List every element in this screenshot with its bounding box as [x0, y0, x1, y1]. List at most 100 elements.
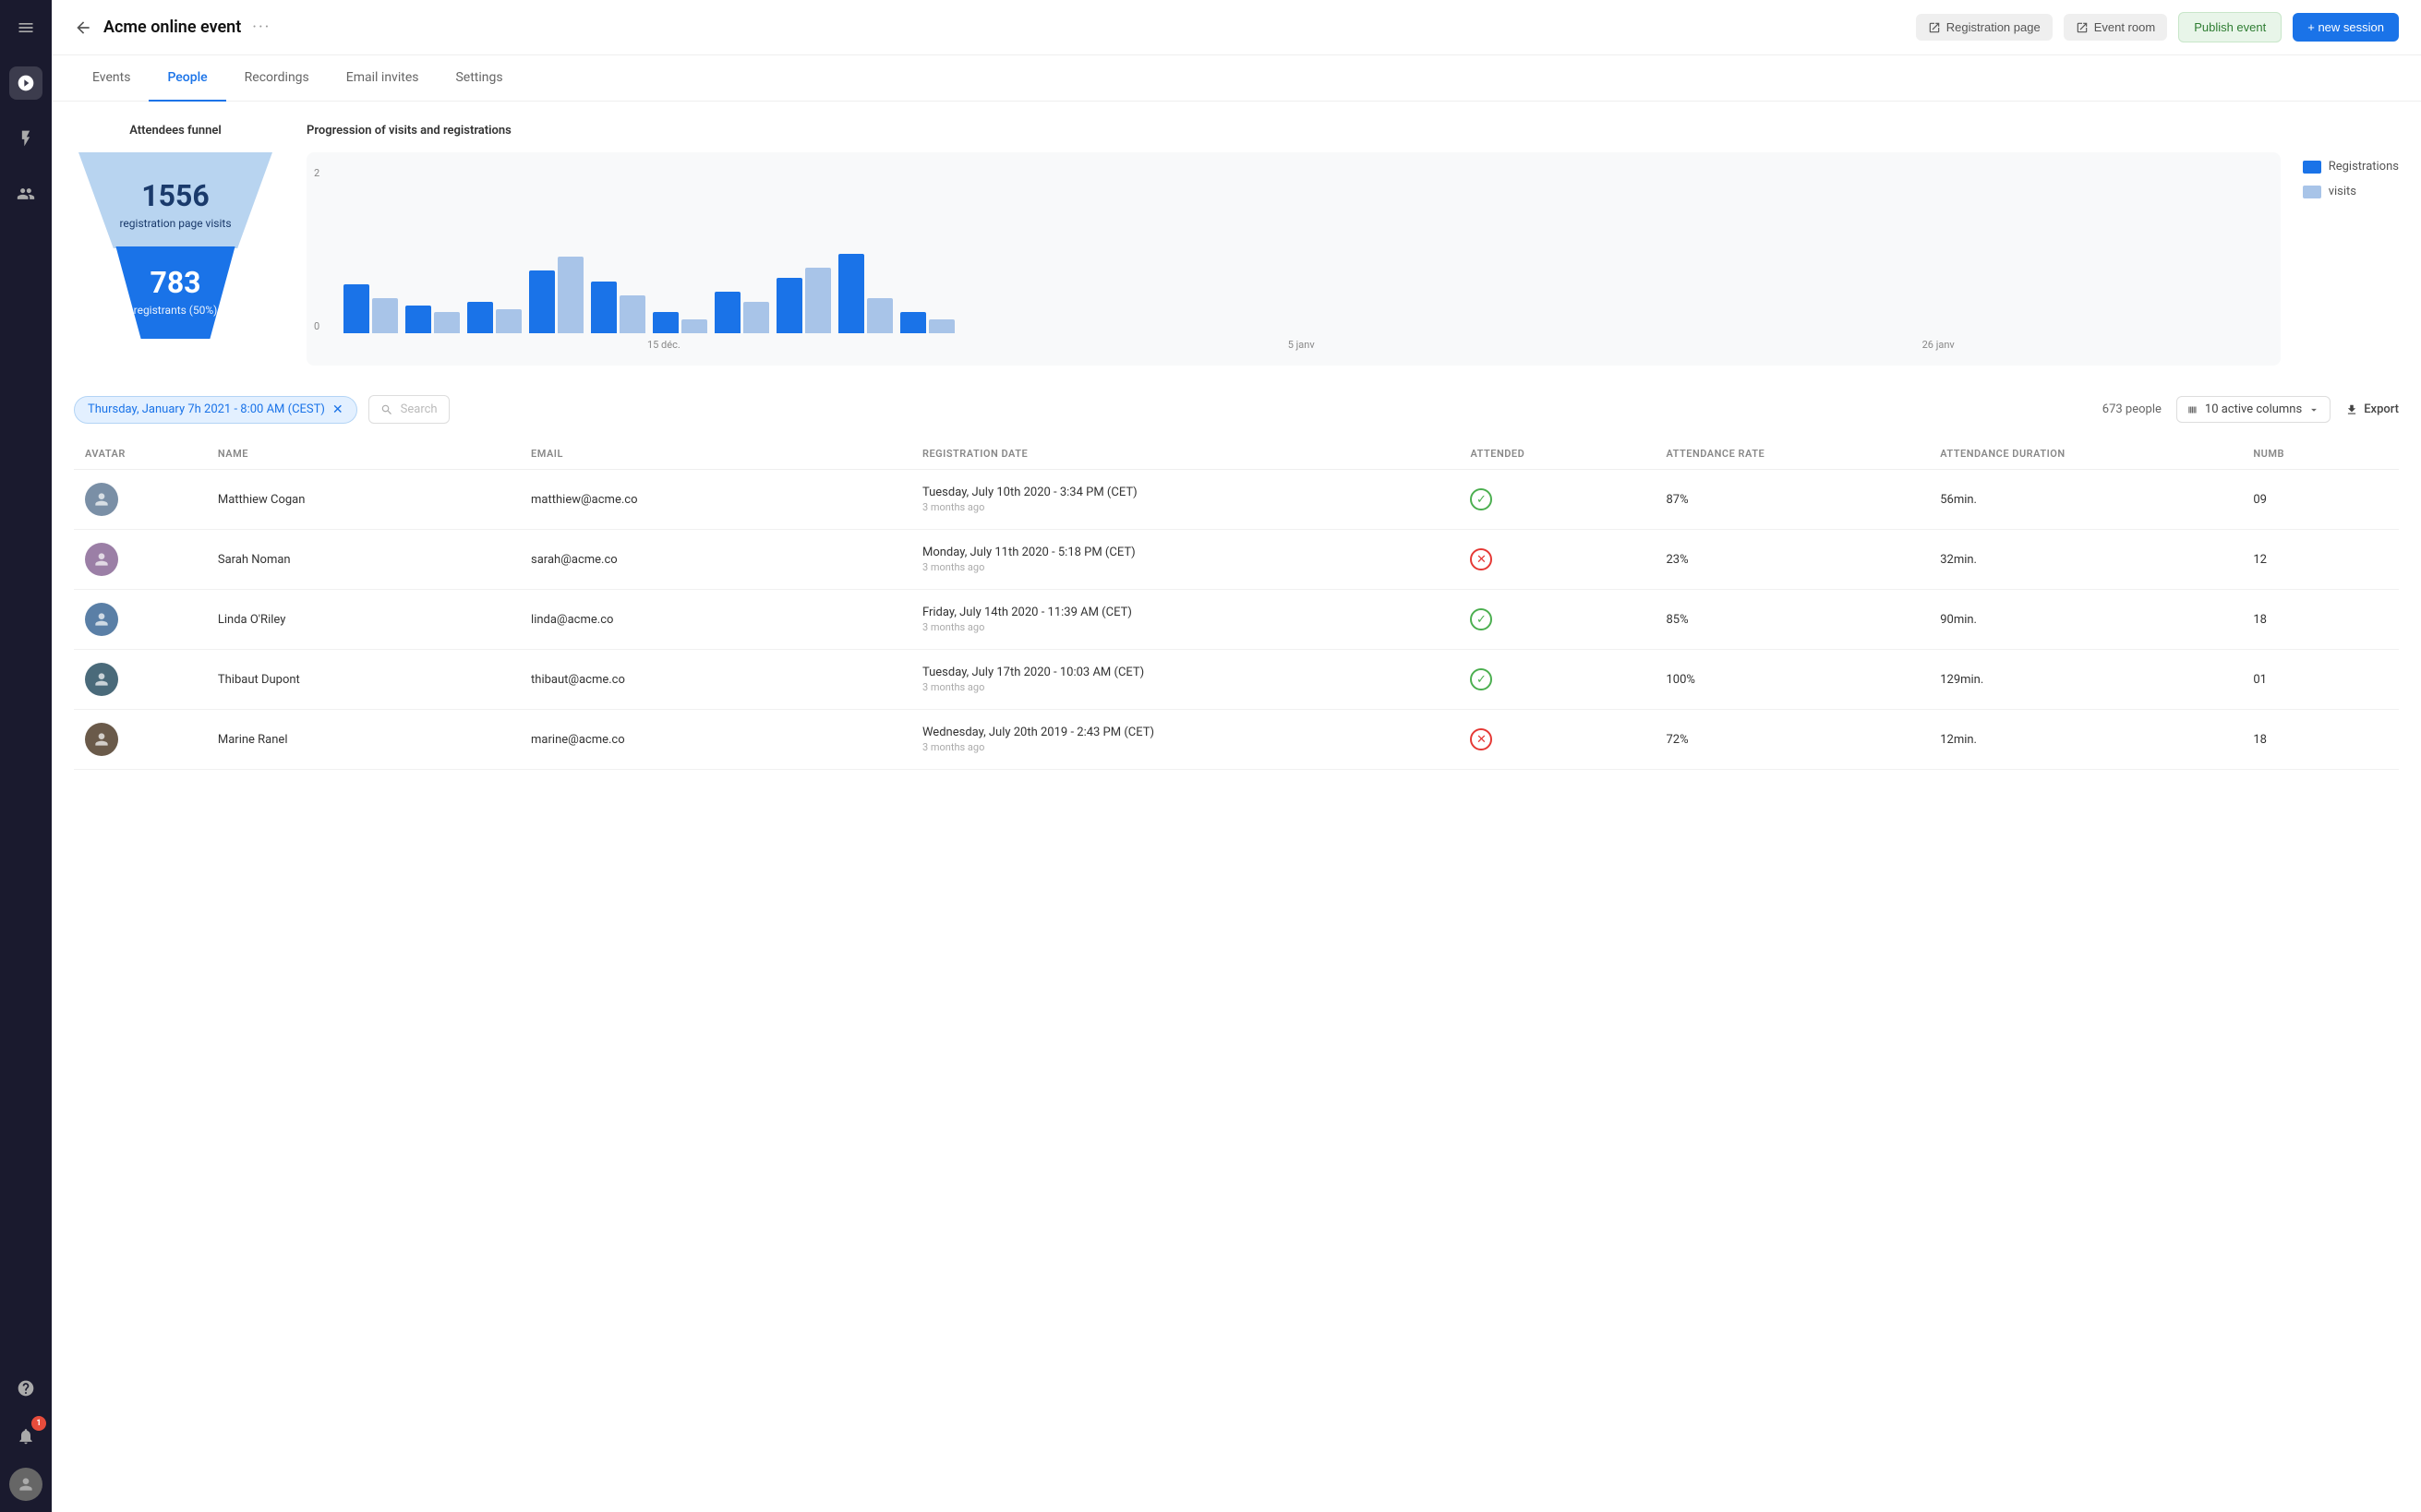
cell-avatar	[74, 590, 207, 650]
cell-email: linda@acme.co	[520, 590, 911, 650]
bar-registrations	[405, 306, 431, 333]
funnel-bottom: 783 registrants (50%)	[97, 246, 254, 339]
search-box[interactable]: Search	[368, 395, 450, 424]
cell-attendance-duration: 12min.	[1929, 710, 2242, 770]
bar-visits	[372, 298, 398, 333]
cell-attendance-rate: 87%	[1655, 470, 1929, 530]
table-row[interactable]: Linda O'Riley linda@acme.co Friday, July…	[74, 590, 2399, 650]
cell-number: 01	[2242, 650, 2399, 710]
bar-visits	[743, 302, 769, 333]
cell-number: 12	[2242, 530, 2399, 590]
help-icon[interactable]	[9, 1372, 42, 1405]
col-header-attended: ATTENDED	[1459, 438, 1655, 470]
header: Acme online event ··· Registration page …	[52, 0, 2421, 55]
bar-group	[591, 282, 645, 333]
bar-visits	[620, 295, 645, 333]
cell-attended: ✓	[1459, 650, 1655, 710]
cell-reg-date: Friday, July 14th 2020 - 11:39 AM (CET) …	[911, 590, 1460, 650]
filter-chip-close[interactable]: ✕	[332, 402, 343, 417]
table-row[interactable]: Marine Ranel marine@acme.co Wednesday, J…	[74, 710, 2399, 770]
export-button[interactable]: Export	[2345, 402, 2399, 416]
tab-settings[interactable]: Settings	[437, 55, 521, 102]
analytics-section: Attendees funnel 1556 registration page …	[74, 124, 2399, 366]
funnel-title: Attendees funnel	[74, 124, 277, 138]
user-avatar[interactable]	[9, 1468, 42, 1501]
tab-events[interactable]: Events	[74, 55, 149, 102]
cell-reg-date: Tuesday, July 10th 2020 - 3:34 PM (CET) …	[911, 470, 1460, 530]
bar-registrations	[715, 292, 741, 333]
cell-attendance-rate: 23%	[1655, 530, 1929, 590]
date-filter-chip[interactable]: Thursday, January 7h 2021 - 8:00 AM (CES…	[74, 396, 357, 424]
cell-email: matthiew@acme.co	[520, 470, 911, 530]
publish-event-button[interactable]: Publish event	[2178, 12, 2282, 42]
cell-reg-date: Wednesday, July 20th 2019 - 2:43 PM (CET…	[911, 710, 1460, 770]
funnel-bottom-value: 783	[115, 265, 235, 300]
bar-group	[405, 306, 460, 333]
table-row[interactable]: Sarah Noman sarah@acme.co Monday, July 1…	[74, 530, 2399, 590]
legend-registrations: Registrations	[2303, 160, 2399, 174]
broadcast-icon[interactable]	[9, 66, 42, 100]
tab-people[interactable]: People	[149, 55, 225, 102]
cell-attended: ✓	[1459, 590, 1655, 650]
back-button[interactable]	[74, 18, 92, 37]
attended-icon: ✓	[1470, 608, 1492, 630]
cell-attended: ✓	[1459, 470, 1655, 530]
lightning-icon[interactable]	[9, 122, 42, 155]
bar-registrations	[900, 312, 926, 333]
cell-number: 18	[2242, 590, 2399, 650]
tab-recordings[interactable]: Recordings	[226, 55, 328, 102]
person-avatar	[85, 603, 118, 636]
cell-name: Thibaut Dupont	[207, 650, 520, 710]
contacts-icon[interactable]	[9, 177, 42, 210]
legend-color-visits	[2303, 186, 2321, 198]
download-icon	[2345, 403, 2358, 416]
bar-visits	[805, 268, 831, 333]
bar-group	[715, 292, 769, 333]
notification-icon[interactable]: 1	[9, 1420, 42, 1453]
bar-group	[838, 254, 893, 333]
bar-group	[343, 284, 398, 333]
chart-area: 2 0	[307, 152, 2399, 366]
chart-section: Progression of visits and registrations …	[307, 124, 2399, 366]
tab-bar: Events People Recordings Email invites S…	[52, 55, 2421, 102]
col-header-reg-date: REGISTRATION DATE	[911, 438, 1460, 470]
bar-registrations	[777, 278, 802, 333]
columns-icon	[2186, 403, 2199, 416]
bar-group	[529, 257, 584, 333]
bar-registrations	[838, 254, 864, 333]
cell-attendance-duration: 56min.	[1929, 470, 2242, 530]
bar-registrations	[467, 302, 493, 333]
cell-attended: ✕	[1459, 530, 1655, 590]
cell-name: Sarah Noman	[207, 530, 520, 590]
cell-name: Linda O'Riley	[207, 590, 520, 650]
tab-email-invites[interactable]: Email invites	[328, 55, 438, 102]
col-header-avatar: AVATAR	[74, 438, 207, 470]
bar-registrations	[529, 270, 555, 333]
more-options-button[interactable]: ···	[252, 18, 271, 37]
event-room-button[interactable]: Event room	[2064, 14, 2167, 41]
bar-visits	[867, 298, 893, 333]
bar-group	[653, 312, 707, 333]
chart-legend: Registrations visits	[2303, 152, 2399, 366]
table-row[interactable]: Matthiew Cogan matthiew@acme.co Tuesday,…	[74, 470, 2399, 530]
sidebar-bottom: 1	[9, 1372, 42, 1501]
columns-button[interactable]: 10 active columns	[2176, 396, 2331, 423]
funnel-section: Attendees funnel 1556 registration page …	[74, 124, 277, 366]
funnel-bottom-label: registrants (50%)	[115, 304, 235, 317]
attended-icon: ✓	[1470, 488, 1492, 510]
table-row[interactable]: Thibaut Dupont thibaut@acme.co Tuesday, …	[74, 650, 2399, 710]
cell-avatar	[74, 530, 207, 590]
registration-page-button[interactable]: Registration page	[1916, 14, 2053, 41]
cell-attendance-duration: 129min.	[1929, 650, 2242, 710]
col-header-number: NUMB	[2242, 438, 2399, 470]
person-avatar	[85, 663, 118, 696]
menu-icon[interactable]	[9, 11, 42, 44]
new-session-button[interactable]: + new session	[2293, 13, 2399, 42]
person-avatar	[85, 483, 118, 516]
notification-badge: 1	[31, 1416, 46, 1431]
chart-y-min: 0	[314, 320, 319, 332]
page-title: Acme online event	[103, 18, 241, 37]
table-section: Thursday, January 7h 2021 - 8:00 AM (CES…	[74, 395, 2399, 770]
cell-reg-date: Monday, July 11th 2020 - 5:18 PM (CET) 3…	[911, 530, 1460, 590]
cell-attendance-rate: 85%	[1655, 590, 1929, 650]
